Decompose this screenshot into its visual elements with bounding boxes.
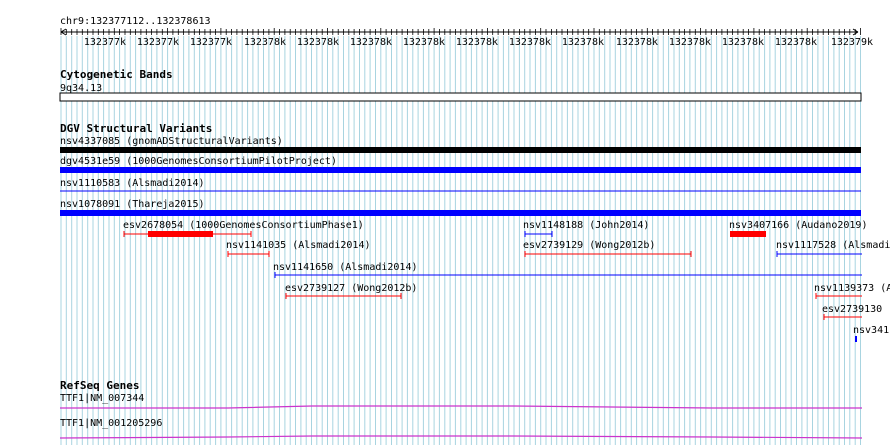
ruler-tick-label: 132378k [403,37,445,48]
variant-nsv1117528[interactable]: nsv1117528 (Alsmadi [776,240,890,257]
track-title: Cytogenetic Bands [60,68,173,81]
variant-esv2739129[interactable]: esv2739129 (Wong2012b) [523,240,692,257]
variant-bar [60,167,861,173]
variant-label: nsv1148188 (John2014) [523,220,649,231]
cytoband-label[interactable]: 9q34.13 [60,83,102,94]
variant-esv2739127[interactable]: esv2739127 (Wong2012b) [285,283,417,299]
variant-label: esv2678054 (1000GenomesConsortiumPhase1) [123,220,364,231]
variant-label: nsv1141650 (Alsmadi2014) [273,262,418,273]
variant-nsv1139373[interactable]: nsv1139373 (A [814,283,890,299]
variant-label: nsv1078091 (Thareja2015) [60,199,205,210]
ruler-tick-label: 132377k [190,37,232,48]
variant-nsv341[interactable]: nsv341 [853,325,889,342]
track-title: DGV Structural Variants [60,122,212,135]
locus-label: chr9:132377112..132378613 [60,16,211,27]
cytoband-bar[interactable] [59,92,862,102]
variant-label: nsv1117528 (Alsmadi [776,240,890,251]
genome-browser: chr9:132377112..132378613 132377k 132377… [59,16,890,445]
ruler-tick-label: 132378k [350,37,392,48]
ruler-tick-label: 132378k [297,37,339,48]
variant-nsv3407166[interactable]: nsv3407166 (Audano2019) [729,220,867,237]
variant-label: nsv1110583 (Alsmadi2014) [60,178,205,189]
gene-label: TTF1|NM_001205296 [60,418,162,429]
ruler[interactable]: chr9:132377112..132378613 132377k 132377… [60,16,873,48]
ruler-tick-label: 132378k [456,37,498,48]
ruler-tick-label: 132378k [562,37,604,48]
variant-label: nsv1141035 (Alsmadi2014) [226,240,371,251]
variant-label: nsv3407166 (Audano2019) [729,220,867,231]
ruler-tick-label: 132378k [669,37,711,48]
variant-label: nsv1139373 (A [814,283,890,294]
variant-label: esv2739127 (Wong2012b) [285,283,417,294]
ruler-tick-label: 132378k [616,37,658,48]
ruler-tick-label: 132377k [84,37,126,48]
ruler-tick-label: 132379k [831,37,873,48]
variant-label: nsv4337085 (gnomADStructuralVariants) [60,136,283,147]
variant-bar [60,210,861,216]
variant-nsv1148188[interactable]: nsv1148188 (John2014) [523,220,649,237]
variant-label: esv2739130 [822,304,882,315]
variant-label: esv2739129 (Wong2012b) [523,240,655,251]
variant-label: dgv4531e59 (1000GenomesConsortiumPilotPr… [60,156,337,167]
ruler-tick-label: 132378k [244,37,286,48]
ruler-tick-labels: 132377k 132377k 132377k 132378k 132378k … [84,37,873,48]
track-title: RefSeq Genes [60,379,139,392]
ruler-tick-label: 132378k [509,37,551,48]
ruler-tick-label: 132378k [775,37,817,48]
variant-bar [60,147,861,153]
variant-label: nsv341 [853,325,889,336]
variant-bar [730,231,766,237]
ruler-tick-label: 132378k [722,37,764,48]
ruler-tick-label: 132377k [137,37,179,48]
track-dgv: DGV Structural Variants nsv4337085 (gnom… [60,122,890,342]
variant-bar [148,231,213,237]
gene-label: TTF1|NM_007344 [60,393,144,404]
variant-esv2739130[interactable]: esv2739130 [822,304,882,320]
